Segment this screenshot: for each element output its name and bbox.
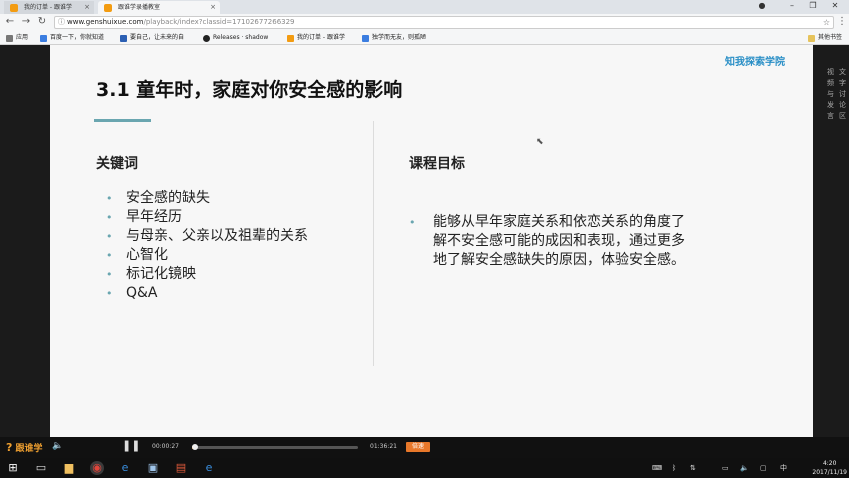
url-path: /playback/index?classid=17102677266329: [143, 18, 295, 26]
keyword-item: 与母亲、父亲以及祖辈的关系: [106, 227, 308, 246]
page-icon: [120, 35, 127, 42]
goals-heading: 课程目标: [409, 156, 465, 172]
bookmark-other[interactable]: 其他书签: [808, 33, 842, 43]
bookmark-item[interactable]: 百度一下，你就知道: [40, 33, 104, 43]
keyword-item: 早年经历: [106, 208, 308, 227]
playback-bar: ? 跟谁学 🔈 ❚❚ 00:00:27 01:36:21 倍速: [0, 437, 849, 458]
github-icon: [203, 35, 210, 42]
profile-icon[interactable]: ●: [755, 0, 769, 12]
column-divider: [373, 121, 374, 366]
title-underline: [94, 119, 151, 122]
tab-title: 我的订单 - 跟谁学: [24, 4, 72, 11]
ie-icon[interactable]: e: [118, 461, 132, 475]
site-favicon-icon: [10, 4, 18, 12]
forward-icon[interactable]: →: [20, 16, 32, 28]
bookmark-item[interactable]: 要自己，让未来的自: [120, 33, 184, 43]
keyword-item: 心智化: [106, 246, 308, 265]
keywords-list: 安全感的缺失 早年经历 与母亲、父亲以及祖辈的关系 心智化 标记化镜映 Q&A: [106, 189, 308, 303]
progress-thumb[interactable]: [192, 444, 198, 450]
close-icon[interactable]: ×: [84, 1, 90, 14]
notification-icon[interactable]: ▢: [760, 462, 767, 474]
bookmark-item[interactable]: Releases · shadow: [203, 33, 268, 43]
url-input[interactable]: ⓘ www.genshuixue.com/playback/index?clas…: [54, 16, 834, 29]
taskbar: ⊞ ▭ ▆ ◉ e ▣ ▤ e ⌨ ᛒ ⇅ ▭ 🔈 ▢ 中 4:20 2017/…: [0, 458, 849, 478]
side-panel: 视频与发言 文字讨论区: [822, 67, 849, 157]
bookmark-apps[interactable]: 应用: [6, 33, 28, 43]
keyword-item: 标记化镜映: [106, 265, 308, 284]
text-discussion-tab[interactable]: 文字讨论区: [839, 67, 847, 122]
app-icon[interactable]: ▣: [146, 461, 160, 475]
total-time: 01:36:21: [370, 443, 397, 450]
player-content: 知我探索学院 3.1 童年时，家庭对你安全感的影响 关键词 安全感的缺失 早年经…: [0, 45, 849, 437]
player-logo: ? 跟谁学: [6, 441, 43, 454]
current-time: 00:00:27: [152, 443, 179, 450]
slide-title: 3.1 童年时，家庭对你安全感的影响: [96, 79, 403, 101]
keyboard-icon[interactable]: ⌨: [652, 462, 662, 474]
keywords-heading: 关键词: [96, 156, 138, 172]
clock-time: 4:20: [822, 460, 837, 467]
keyword-item: 安全感的缺失: [106, 189, 308, 208]
url-host: www.genshuixue.com: [67, 18, 144, 26]
paw-icon: [362, 35, 369, 42]
task-view-icon[interactable]: ▭: [34, 461, 48, 475]
progress-slider[interactable]: [192, 444, 358, 450]
reload-icon[interactable]: ↻: [36, 16, 48, 28]
bookmark-star-icon[interactable]: ☆: [823, 17, 830, 28]
site-favicon-icon: [287, 35, 294, 42]
tab-strip: 我的订单 - 跟谁学 × 跟谁学录播教室 × ● – ❐ ✕: [0, 0, 849, 14]
tab-orders[interactable]: 我的订单 - 跟谁学 ×: [4, 1, 94, 14]
mouse-cursor-icon: ⬉: [536, 137, 544, 147]
bookmark-item[interactable]: 我的订单 - 跟谁学: [287, 33, 345, 43]
goal-text: 能够从早年家庭关系和依恋关系的角度了解不安全感可能的成因和表现，通过更多地了解安…: [433, 214, 685, 268]
tab-classroom[interactable]: 跟谁学录播教室 ×: [98, 1, 220, 14]
site-favicon-icon: [104, 4, 112, 12]
bluetooth-icon[interactable]: ᛒ: [672, 462, 676, 474]
address-toolbar: ← → ↻ ⓘ www.genshuixue.com/playback/inde…: [0, 14, 849, 31]
edge-icon[interactable]: e: [202, 461, 216, 475]
ime-indicator[interactable]: 中: [780, 462, 787, 474]
chrome-icon[interactable]: ◉: [90, 461, 104, 475]
bullet-icon: •: [409, 216, 416, 229]
keyword-item: Q&A: [106, 284, 308, 303]
page-info-icon[interactable]: ⓘ: [58, 17, 65, 28]
tab-title: 跟谁学录播教室: [118, 4, 161, 11]
close-icon[interactable]: ×: [210, 1, 216, 14]
windows-start-icon[interactable]: ⊞: [6, 461, 20, 475]
speed-button[interactable]: 倍速: [406, 442, 430, 452]
paw-icon: [40, 35, 47, 42]
bookmark-item[interactable]: 独学而无友，则孤陋: [362, 33, 426, 43]
video-chat-tab[interactable]: 视频与发言: [827, 67, 835, 122]
battery-icon[interactable]: ▭: [722, 462, 729, 474]
menu-icon[interactable]: ⋮: [836, 16, 848, 28]
pause-button[interactable]: ❚❚: [122, 439, 140, 452]
file-explorer-icon[interactable]: ▆: [62, 461, 76, 475]
speaker-icon[interactable]: 🔈: [740, 462, 749, 474]
restore-icon[interactable]: ❐: [806, 0, 820, 12]
volume-icon[interactable]: 🔈: [52, 441, 63, 451]
folder-icon: [808, 35, 815, 42]
goal-item: • 能够从早年家庭关系和依恋关系的角度了解不安全感可能的成因和表现，通过更多地了…: [409, 213, 689, 270]
office-icon[interactable]: ▤: [174, 461, 188, 475]
back-icon[interactable]: ←: [4, 16, 16, 28]
window-close-icon[interactable]: ✕: [828, 0, 842, 12]
network-icon[interactable]: ⇅: [690, 462, 696, 474]
clock[interactable]: 4:20 2017/11/19: [812, 459, 847, 477]
clock-date: 2017/11/19: [812, 469, 847, 476]
minimize-icon[interactable]: –: [785, 0, 799, 12]
apps-grid-icon: [6, 35, 13, 42]
bookmarks-bar: 应用 百度一下，你就知道 要自己，让未来的自 Releases · shadow…: [0, 31, 849, 45]
brand-logo: 知我探索学院: [725, 57, 785, 68]
slide: 知我探索学院 3.1 童年时，家庭对你安全感的影响 关键词 安全感的缺失 早年经…: [50, 45, 813, 437]
